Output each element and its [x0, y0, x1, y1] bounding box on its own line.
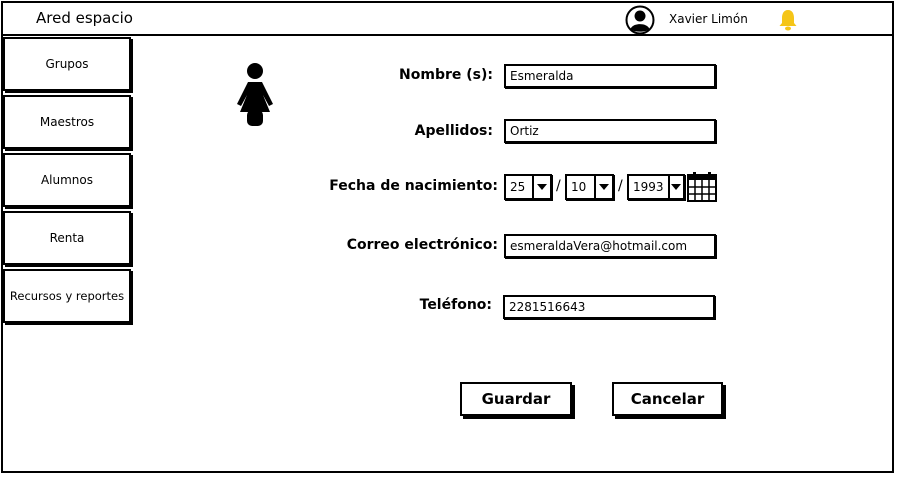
month-select[interactable]: 10 — [565, 174, 614, 200]
fecha-label: Fecha de nacimiento: — [329, 178, 498, 194]
female-person-icon — [237, 63, 273, 126]
save-button[interactable]: Guardar — [460, 382, 572, 416]
year-value: 1993 — [633, 180, 664, 194]
sidebar-item-label: Grupos — [45, 57, 89, 71]
month-value: 10 — [571, 180, 587, 194]
year-select[interactable]: 1993 — [627, 174, 685, 200]
date-separator: / — [618, 178, 623, 194]
apellidos-input[interactable] — [510, 121, 710, 141]
correo-input[interactable] — [510, 236, 710, 256]
apellidos-field[interactable] — [504, 119, 716, 143]
cancel-button[interactable]: Cancelar — [612, 382, 723, 416]
day-select[interactable]: 25 — [504, 174, 552, 200]
app-title: Ared espacio — [36, 9, 133, 27]
sidebar-item-label: Alumnos — [40, 173, 94, 187]
date-separator: / — [556, 178, 561, 194]
user-name[interactable]: Xavier Limón — [669, 12, 748, 26]
nombre-field[interactable] — [504, 64, 716, 88]
bell-icon[interactable] — [776, 8, 800, 32]
top-bar — [3, 3, 892, 36]
correo-label: Correo electrónico: — [346, 237, 498, 253]
sidebar-item-label: Maestros — [39, 115, 95, 129]
sidebar-item-alumnos[interactable]: Alumnos — [3, 153, 131, 207]
sidebar-item-renta[interactable]: Renta — [3, 211, 131, 265]
sidebar-item-maestros[interactable]: Maestros — [3, 95, 131, 149]
telefono-label: Teléfono: — [419, 297, 492, 313]
chevron-down-icon[interactable] — [532, 176, 550, 198]
sidebar-item-label: Recursos y reportes — [9, 289, 125, 303]
nombre-label: Nombre (s): — [399, 67, 493, 83]
sidebar-item-grupos[interactable]: Grupos — [3, 37, 131, 91]
telefono-field[interactable] — [503, 295, 715, 319]
sidebar-item-recursos-reportes[interactable]: Recursos y reportes — [3, 269, 131, 323]
telefono-input[interactable] — [509, 297, 709, 317]
correo-field[interactable] — [504, 234, 716, 258]
chevron-down-icon[interactable] — [667, 176, 683, 198]
user-avatar-icon[interactable] — [625, 5, 655, 35]
nombre-input[interactable] — [510, 66, 710, 86]
calendar-icon[interactable] — [687, 171, 717, 202]
apellidos-label: Apellidos: — [414, 123, 493, 139]
day-value: 25 — [510, 180, 526, 194]
sidebar-item-label: Renta — [49, 231, 85, 245]
chevron-down-icon[interactable] — [594, 176, 612, 198]
